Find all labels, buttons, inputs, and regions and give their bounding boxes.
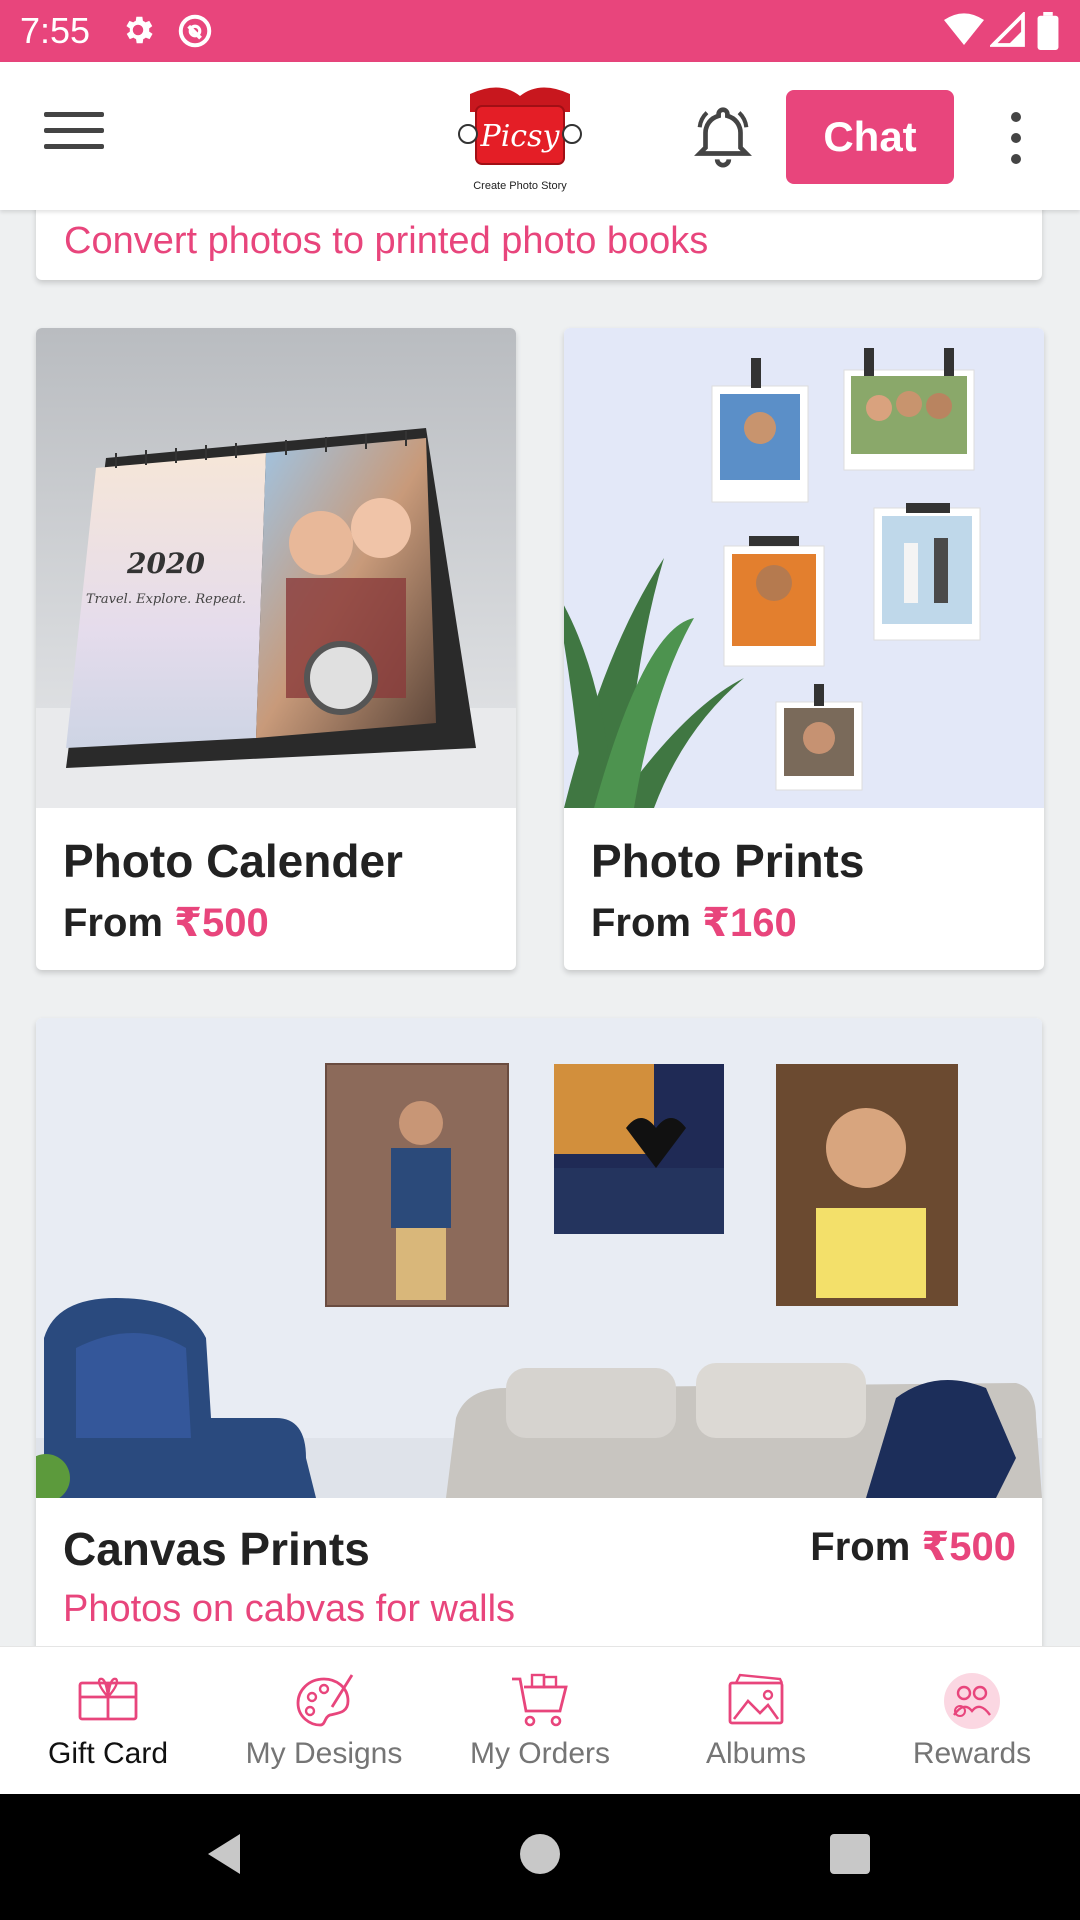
battery-icon — [1036, 12, 1060, 55]
price-prefix: From — [63, 901, 163, 945]
chat-button[interactable]: Chat — [786, 90, 954, 184]
photo-calendar-image: 2020 Travel. Explore. Repeat. — [36, 328, 516, 808]
do-not-disturb-icon — [176, 12, 214, 55]
nav-my-orders[interactable]: My Orders — [432, 1647, 648, 1795]
cart-icon — [508, 1671, 572, 1736]
signal-icon — [988, 10, 1026, 53]
system-navigation-bar — [0, 1794, 1080, 1920]
nav-albums[interactable]: Albums — [648, 1647, 864, 1795]
photo-book-card[interactable]: Convert photos to printed photo books — [36, 210, 1042, 280]
photo-calendar-title: Photo Calender — [63, 835, 403, 887]
photo-calendar-price: From ₹500 — [63, 900, 269, 946]
nav-gift-card[interactable]: Gift Card — [0, 1647, 216, 1795]
nav-label: My Designs — [245, 1737, 403, 1770]
status-bar: 7:55 — [0, 0, 1080, 62]
canvas-prints-price: From ₹500 — [810, 1524, 1016, 1570]
product-list[interactable]: Convert photos to printed photo books 20… — [0, 210, 1080, 1646]
home-icon[interactable] — [520, 1834, 560, 1874]
nav-rewards[interactable]: Rewards — [864, 1647, 1080, 1795]
price-amount: ₹160 — [702, 901, 797, 945]
gift-card-icon — [76, 1671, 140, 1732]
logo-tagline: Create Photo Story — [473, 180, 567, 192]
photo-prints-image — [564, 328, 1044, 808]
back-icon[interactable] — [204, 1830, 244, 1883]
palette-icon — [292, 1671, 356, 1736]
app-bar: Picsy Create Photo Story Chat — [0, 62, 1080, 210]
wifi-icon — [944, 12, 984, 53]
nav-label: My Orders — [469, 1737, 610, 1770]
price-amount: ₹500 — [174, 901, 269, 945]
nav-label: Gift Card — [47, 1737, 169, 1770]
bottom-navigation: Gift Card My Designs My Orders Albums Re… — [0, 1646, 1080, 1794]
canvas-prints-card[interactable]: Canvas Prints From ₹500 Photos on cabvas… — [36, 1018, 1042, 1646]
photo-book-subtitle: Convert photos to printed photo books — [64, 220, 709, 262]
canvas-prints-title: Canvas Prints — [63, 1523, 370, 1575]
nav-label: Albums — [705, 1737, 807, 1770]
calendar-tagline-text: Travel. Explore. Repeat. — [86, 592, 246, 607]
logo-text: Picsy — [480, 119, 561, 154]
canvas-prints-image — [36, 1018, 1042, 1502]
canvas-prints-subtitle: Photos on cabvas for walls — [63, 1588, 516, 1630]
more-options-icon[interactable] — [1006, 112, 1026, 166]
price-amount: ₹500 — [921, 1525, 1016, 1569]
hamburger-menu-icon[interactable] — [44, 112, 104, 162]
recents-icon[interactable] — [830, 1834, 870, 1874]
notification-bell-icon[interactable] — [688, 100, 758, 177]
calendar-year-text: 2020 — [126, 547, 205, 580]
photo-prints-card[interactable]: Photo Prints From ₹160 — [564, 328, 1044, 970]
albums-icon — [724, 1671, 788, 1736]
price-prefix: From — [591, 901, 691, 945]
photo-prints-title: Photo Prints — [591, 835, 865, 887]
picsy-logo: Picsy Create Photo Story — [440, 72, 600, 200]
status-time: 7:55 — [20, 10, 91, 51]
nav-label: Rewards — [912, 1737, 1032, 1770]
nav-my-designs[interactable]: My Designs — [216, 1647, 432, 1795]
photo-prints-price: From ₹160 — [591, 900, 797, 946]
price-prefix: From — [810, 1525, 911, 1569]
settings-gear-icon — [120, 12, 156, 53]
rewards-icon — [940, 1671, 1004, 1736]
photo-calendar-card[interactable]: 2020 Travel. Explore. Repeat. Photo Cale… — [36, 328, 516, 970]
